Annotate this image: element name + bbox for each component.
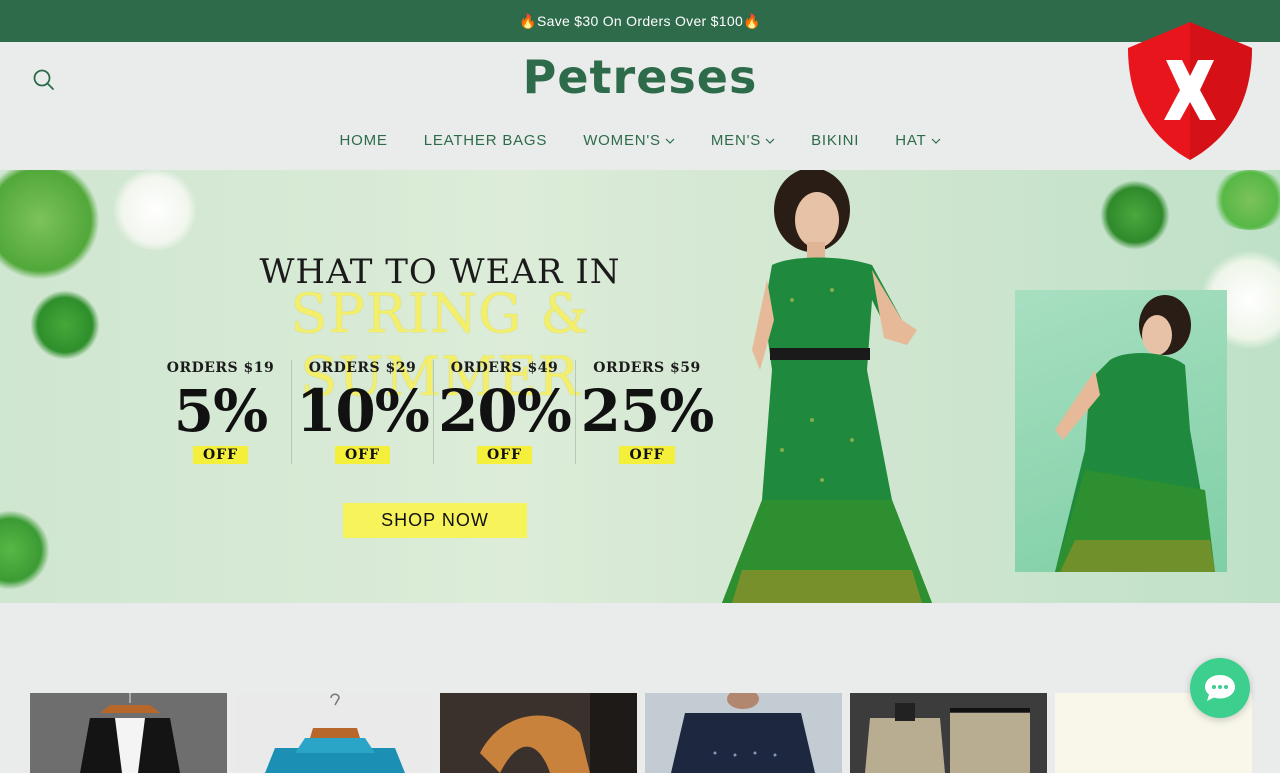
clover-decoration (30, 290, 100, 360)
offer-label: ORDERS $49 (450, 360, 559, 376)
offer-percent: 10% (296, 377, 430, 445)
nav-home-label: HOME (339, 132, 388, 149)
chevron-down-icon (931, 138, 940, 144)
shield-x-icon[interactable] (1126, 20, 1254, 162)
nav-leather-bags-label: LEATHER BAGS (423, 132, 548, 149)
offer-item: ORDERS $29 10% OFF (292, 360, 434, 464)
nav-home[interactable]: HOME (339, 132, 387, 149)
product-card[interactable] (440, 693, 637, 773)
offer-percent: 5% (173, 377, 268, 445)
offer-off-badge: OFF (476, 446, 533, 464)
offer-off-badge: OFF (619, 446, 675, 464)
offer-list: ORDERS $19 5% OFF ORDERS $29 10% OFF ORD… (150, 360, 718, 464)
shop-now-button[interactable]: SHOP NOW (343, 503, 527, 538)
product-card[interactable] (235, 693, 432, 773)
model-inset-illustration (1055, 295, 1215, 572)
product-grid (30, 693, 1252, 773)
product-card[interactable] (30, 693, 227, 773)
product-image (480, 693, 637, 773)
announcement-bar: 🔥Save $30 On Orders Over $100🔥 (0, 0, 1280, 42)
model-image (722, 170, 932, 603)
hero-banner[interactable]: WHAT TO WEAR IN SPRING & SUMMER ORDERS $… (0, 170, 1280, 603)
product-image (865, 703, 1030, 773)
product-image (265, 693, 405, 773)
nav-mens-label: MEN'S (710, 132, 762, 149)
announcement-text: 🔥Save $30 On Orders Over $100🔥 (519, 12, 761, 29)
offer-item: ORDERS $59 25% OFF (576, 360, 718, 464)
product-card[interactable] (645, 693, 842, 773)
clover-decoration (0, 510, 50, 590)
nav-hat-label: HAT (895, 132, 927, 149)
offer-label: ORDERS $29 (308, 360, 417, 376)
nav-womens-label: WOMEN'S (583, 132, 661, 149)
nav-mens[interactable]: MEN'S (711, 132, 775, 149)
offer-item: ORDERS $49 20% OFF (434, 360, 576, 464)
nav-hat[interactable]: HAT (895, 132, 940, 149)
clover-decoration (1100, 180, 1170, 250)
nav-bikini[interactable]: BIKINI (811, 132, 859, 149)
product-image (80, 693, 180, 773)
clover-decoration (1210, 170, 1280, 230)
offer-off-badge: OFF (192, 446, 249, 464)
site-header: Petreses HOME LEATHER BAGS WOMEN'S MEN'S… (0, 42, 1280, 170)
nav-bikini-label: BIKINI (811, 132, 860, 149)
nav-womens[interactable]: WOMEN'S (583, 132, 675, 149)
offer-off-badge: OFF (334, 446, 391, 464)
offer-item: ORDERS $19 5% OFF (150, 360, 292, 464)
chat-bubble-icon (1205, 675, 1235, 701)
offer-label: ORDERS $19 (166, 360, 275, 376)
main-nav: HOME LEATHER BAGS WOMEN'S MEN'S BIKINI H… (0, 132, 1280, 149)
offer-percent: 20% (438, 377, 572, 445)
clover-decoration (110, 170, 200, 250)
nav-leather-bags[interactable]: LEATHER BAGS (424, 132, 548, 149)
product-card[interactable] (850, 693, 1047, 773)
chat-button[interactable] (1190, 658, 1250, 718)
site-logo[interactable]: Petreses (0, 50, 1280, 104)
chevron-down-icon (765, 138, 775, 144)
offer-label: ORDERS $59 (593, 360, 701, 376)
chevron-down-icon (665, 138, 675, 144)
product-image (671, 693, 815, 773)
model-inset-image (1015, 290, 1227, 572)
offer-percent: 25% (580, 377, 715, 445)
clover-decoration (0, 170, 100, 280)
